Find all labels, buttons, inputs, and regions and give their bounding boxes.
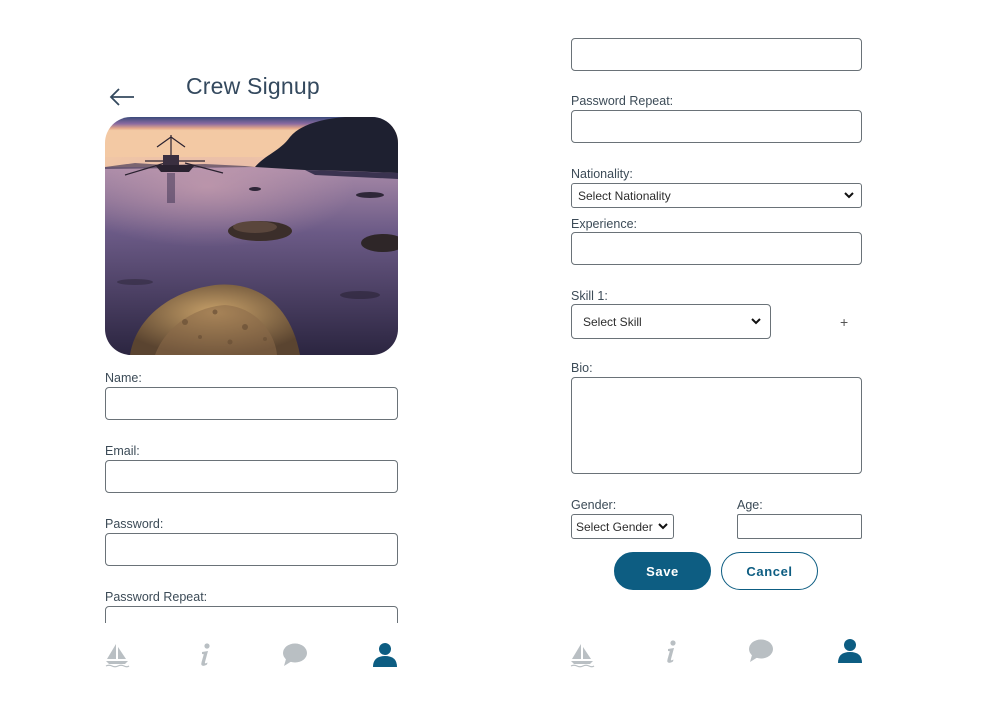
age-label: Age: [737, 498, 763, 512]
experience-label: Experience: [571, 217, 638, 231]
user-icon [838, 639, 862, 663]
password-repeat-label: Password Repeat: [571, 94, 674, 108]
nav-messages[interactable] [746, 636, 776, 666]
password-repeat-input[interactable] [571, 110, 862, 143]
save-button[interactable]: Save [614, 552, 711, 590]
skill-select[interactable]: Select Skill [571, 304, 771, 339]
nav-messages[interactable] [280, 640, 310, 670]
info-icon [667, 640, 676, 663]
chat-bubble-icon [749, 639, 773, 662]
cancel-button[interactable]: Cancel [721, 552, 818, 590]
sailboat-icon [105, 644, 130, 668]
nav-boats[interactable] [102, 640, 132, 670]
back-button[interactable] [108, 84, 136, 110]
nationality-select-value: Select Nationality [578, 188, 671, 203]
gender-select-value: Select Gender [576, 519, 653, 534]
name-input[interactable] [105, 387, 398, 420]
scroll-content[interactable]: Crew Signup Name: Email: Password: Passw… [100, 0, 400, 623]
gender-label: Gender: [571, 498, 617, 512]
nationality-select[interactable]: Select Nationality [571, 183, 862, 208]
info-icon [201, 643, 210, 666]
chevron-down-icon [843, 190, 855, 202]
skill-label: Skill 1: [571, 289, 608, 303]
chevron-down-icon [657, 521, 669, 533]
password-input[interactable] [571, 38, 862, 71]
page-title: Crew Signup [186, 73, 320, 99]
chat-bubble-icon [283, 643, 307, 666]
password-repeat-label: Password Repeat: [105, 590, 208, 604]
nav-info[interactable] [656, 637, 686, 667]
nav-profile[interactable] [370, 640, 400, 670]
nav-boats[interactable] [567, 640, 597, 670]
name-label: Name: [105, 371, 142, 385]
signup-screen-right: Password Repeat: Nationality: Select Nat… [566, 0, 866, 714]
arrow-left-icon [109, 88, 134, 106]
password-repeat-input[interactable] [105, 606, 398, 623]
gender-select[interactable]: Select Gender [571, 514, 674, 539]
signup-screen-left: Crew Signup Name: Email: Password: Passw… [100, 0, 400, 714]
bio-textarea[interactable] [571, 377, 862, 474]
hero-image [105, 117, 398, 355]
password-input[interactable] [105, 533, 398, 566]
user-icon [373, 643, 397, 667]
bio-label: Bio: [571, 361, 593, 375]
nationality-label: Nationality: [571, 167, 633, 181]
experience-input[interactable] [571, 232, 862, 265]
sailboat-icon [570, 644, 595, 668]
scroll-content[interactable]: Password Repeat: Nationality: Select Nat… [566, 0, 866, 623]
add-skill-button[interactable]: + [840, 314, 848, 330]
age-input[interactable] [737, 514, 862, 539]
email-input[interactable] [105, 460, 398, 493]
email-label: Email: [105, 444, 140, 458]
chevron-down-icon [750, 316, 762, 328]
nav-profile[interactable] [835, 636, 865, 666]
password-label: Password: [105, 517, 164, 531]
skill-select-value: Select Skill [583, 314, 642, 329]
nav-info[interactable] [190, 640, 220, 670]
